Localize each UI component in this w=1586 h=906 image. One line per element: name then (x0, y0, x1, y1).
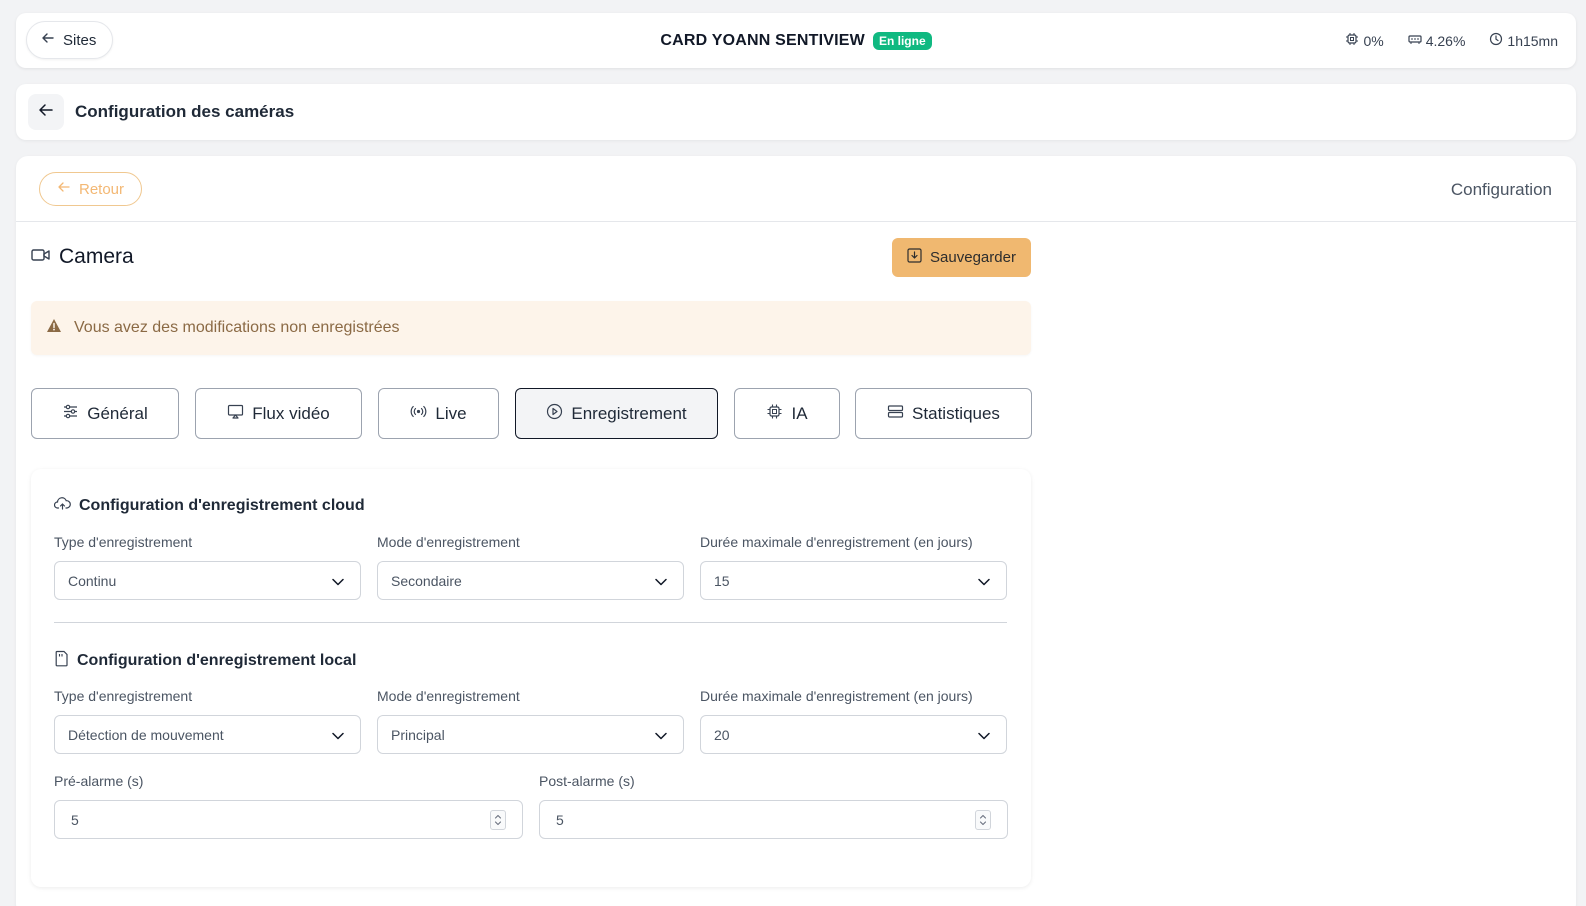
cloud-section-title: Configuration d'enregistrement cloud (53, 496, 365, 516)
uptime-value: 1h15mn (1507, 32, 1558, 49)
play-circle-icon (546, 403, 563, 425)
tab-enregistrement[interactable]: Enregistrement (515, 388, 718, 439)
cpu-value: 0% (1363, 32, 1384, 49)
warning-text: Vous avez des modifications non enregist… (74, 319, 400, 336)
local-mode-select[interactable]: Principal (377, 715, 684, 754)
cloud-duration-label: Durée maximale d'enregistrement (en jour… (700, 534, 973, 550)
warning-icon (46, 318, 62, 338)
tab-general[interactable]: Général (31, 388, 179, 439)
save-label: Sauvegarder (930, 249, 1016, 266)
cpu-stat: 0% (1345, 32, 1384, 49)
clock-icon (1489, 32, 1503, 49)
tab-label: Enregistrement (571, 403, 687, 423)
uptime-stat: 1h15mn (1489, 32, 1558, 49)
memory-icon (1408, 32, 1422, 49)
local-mode-label: Mode d'enregistrement (377, 688, 520, 704)
number-stepper[interactable] (975, 809, 991, 830)
top-bar: Sites CARD YOANN SENTIVIEW En ligne 0% 4… (16, 13, 1576, 68)
cloud-mode-select[interactable]: Secondaire (377, 561, 684, 600)
save-icon (907, 248, 922, 267)
tab-label: Flux vidéo (252, 403, 330, 423)
main-card: Retour Configuration Camera Sauvegarder … (16, 156, 1576, 906)
chevron-down-icon (978, 727, 990, 743)
pre-alarm-input[interactable]: 5 (54, 800, 523, 839)
retour-button[interactable]: Retour (39, 172, 143, 206)
cloud-upload-icon (53, 496, 71, 516)
monitor-icon (227, 403, 244, 425)
back-button[interactable] (28, 94, 64, 130)
configuration-label: Configuration (1450, 180, 1552, 199)
save-button[interactable]: Sauvegarder (892, 238, 1031, 277)
select-value: 15 (714, 572, 730, 589)
cloud-type-select[interactable]: Continu (54, 561, 361, 600)
cloud-duration-select[interactable]: 15 (700, 561, 1007, 600)
post-alarm-input[interactable]: 5 (539, 800, 1008, 839)
select-value: 20 (714, 726, 730, 743)
select-value: Détection de mouvement (68, 726, 224, 743)
tab-label: IA (791, 403, 808, 423)
tab-flux-video[interactable]: Flux vidéo (195, 388, 362, 439)
status-badge: En ligne (872, 31, 932, 50)
system-stats: 0% 4.26% 1h15mn (1345, 13, 1558, 68)
tab-label: Statistiques (912, 403, 1000, 423)
select-value: Principal (391, 726, 445, 743)
arrow-left-icon (41, 31, 55, 49)
local-duration-label: Durée maximale d'enregistrement (en jour… (700, 688, 973, 704)
local-duration-select[interactable]: 20 (700, 715, 1007, 754)
local-type-select[interactable]: Détection de mouvement (54, 715, 361, 754)
cloud-title-text: Configuration d'enregistrement cloud (79, 497, 365, 514)
chip-icon (766, 403, 783, 425)
chevron-down-icon (332, 573, 344, 589)
tab-live[interactable]: Live (378, 388, 499, 439)
chevron-down-icon (978, 573, 990, 589)
cpu-icon (1345, 32, 1359, 49)
number-stepper[interactable] (490, 809, 506, 830)
tab-ia[interactable]: IA (734, 388, 840, 439)
recording-settings-panel: Configuration d'enregistrement cloud Typ… (31, 469, 1031, 887)
camera-heading: Camera (31, 245, 134, 269)
tab-label: Général (87, 403, 148, 423)
chevron-down-icon (655, 573, 667, 589)
memory-value: 4.26% (1425, 32, 1466, 49)
input-value: 5 (556, 811, 564, 828)
cloud-mode-label: Mode d'enregistrement (377, 534, 520, 550)
unsaved-warning: Vous avez des modifications non enregist… (31, 301, 1031, 355)
video-camera-icon (31, 245, 51, 269)
select-value: Continu (68, 572, 117, 589)
local-type-label: Type d'enregistrement (54, 688, 193, 704)
broadcast-icon (410, 403, 427, 425)
pre-alarm-label: Pré-alarme (s) (54, 773, 144, 789)
memory-stat: 4.26% (1408, 32, 1466, 49)
cloud-type-label: Type d'enregistrement (54, 534, 193, 550)
chevron-down-icon (655, 727, 667, 743)
post-alarm-label: Post-alarme (s) (539, 773, 635, 789)
retour-label: Retour (79, 180, 125, 198)
camera-title: Camera (59, 245, 134, 268)
sites-back-button[interactable]: Sites (26, 21, 114, 59)
tab-label: Live (435, 403, 467, 423)
arrow-left-icon (57, 180, 71, 198)
tab-statistiques[interactable]: Statistiques (855, 388, 1032, 439)
input-value: 5 (71, 811, 79, 828)
arrow-left-icon (38, 102, 54, 123)
sliders-icon (62, 403, 79, 425)
select-value: Secondaire (391, 572, 462, 589)
local-title-text: Configuration d'enregistrement local (77, 652, 357, 669)
page-header: Configuration des caméras (16, 84, 1576, 140)
sites-label: Sites (63, 31, 97, 49)
sd-card-icon (54, 650, 69, 672)
section-divider (54, 622, 1007, 623)
page-title: Configuration des caméras (75, 102, 295, 121)
local-section-title: Configuration d'enregistrement local (54, 650, 356, 672)
site-title: CARD YOANN SENTIVIEW (660, 31, 865, 49)
chevron-down-icon (332, 727, 344, 743)
server-icon (887, 403, 904, 425)
card-top-bar: Retour Configuration (16, 156, 1576, 222)
